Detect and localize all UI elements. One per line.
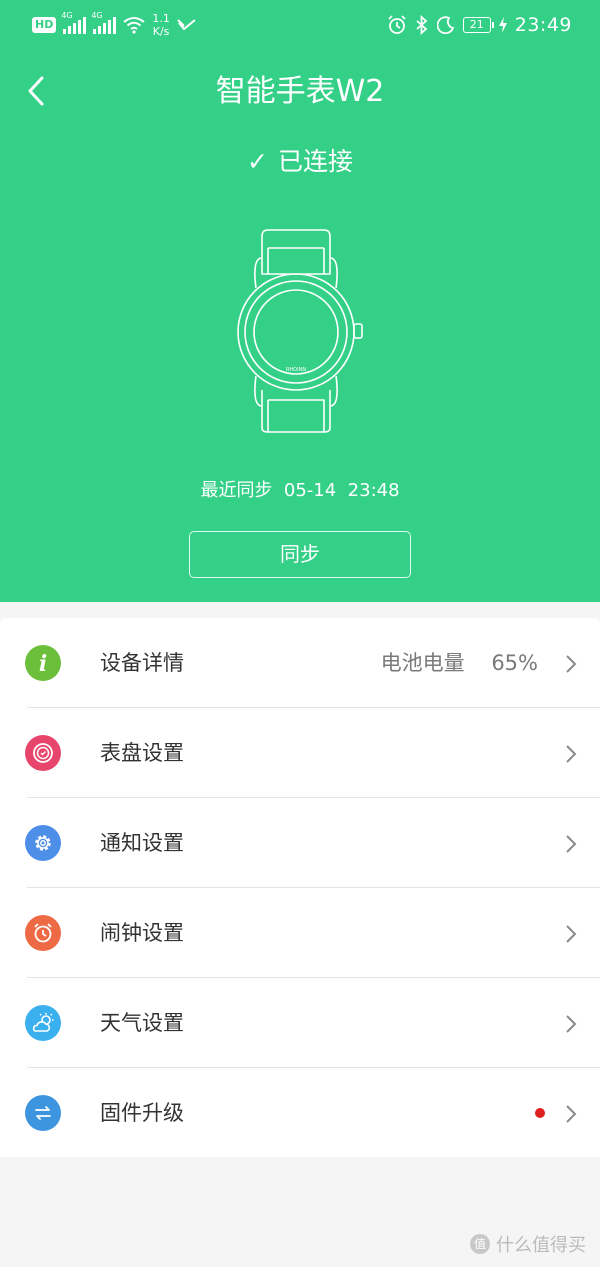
chevron-right-icon [566,1105,577,1123]
battery-level-label: 电池电量 [380,651,465,675]
signal-icon: 4G [61,11,87,34]
battery-level: 电池电量 65% [381,646,538,680]
watermark: 值 什么值得买 [470,1231,586,1257]
charging-icon [498,17,507,33]
list-item-watch-face[interactable]: 表盘设置 [0,708,600,798]
connection-status-text: 已连接 [277,147,353,176]
weather-icon [25,1005,61,1041]
watch-illustration: RHOINN [237,229,363,433]
chevron-right-icon [566,745,577,763]
list-item-device-details[interactable]: i 设备详情 电池电量 65% [0,618,600,708]
wifi-icon [123,17,145,34]
signal-icon-2: 4G [91,11,117,34]
chevron-right-icon [566,1015,577,1033]
last-sync-label: 最近同步 [200,480,273,501]
list-item-label: 天气设置 [100,1011,184,1035]
new-update-badge [535,1108,545,1118]
header: HD 4G 4G 1.1 K/s 21 23:49 智能手表W2 ✓ 已连接 R… [0,0,600,602]
hd-badge: HD [32,17,57,33]
list-item-weather[interactable]: 天气设置 [0,978,600,1068]
settings-list: i 设备详情 电池电量 65% 表盘设置 通知设置 闹钟设置 天气设置 固件升级 [0,618,600,1157]
chevron-right-icon [566,655,577,673]
info-icon: i [25,645,61,681]
sync-check-icon [177,19,196,31]
network-speed: 1.1 K/s [152,12,170,38]
chevron-right-icon [566,835,577,853]
list-item-alarm[interactable]: 闹钟设置 [0,888,600,978]
list-item-label: 固件升级 [100,1101,184,1125]
chevron-right-icon [566,925,577,943]
bluetooth-icon [416,15,428,35]
watch-brand-text: RHOINN [286,367,306,373]
alarm-icon [388,15,406,34]
watermark-text: 什么值得买 [496,1235,586,1256]
last-sync-date: 05-14 [283,480,337,501]
list-item-label: 设备详情 [100,651,184,675]
last-sync: 最近同步 05-14 23:48 [0,478,600,504]
list-item-label: 通知设置 [100,831,184,855]
connection-status: ✓ 已连接 [0,144,600,180]
last-sync-time: 23:48 [347,480,400,501]
status-bar: HD 4G 4G 1.1 K/s 21 23:49 [0,0,600,50]
battery-icon: 21 [462,17,494,33]
gear-icon [25,825,61,861]
svg-text:i: i [39,651,47,677]
sync-button[interactable]: 同步 [189,531,411,578]
check-icon: ✓ [247,147,268,176]
update-arrows-icon [25,1095,61,1131]
page-title: 智能手表W2 [215,74,385,109]
list-item-label: 闹钟设置 [100,921,184,945]
alarm-clock-icon [25,915,61,951]
moon-icon [436,16,454,34]
watermark-logo: 值 [470,1234,490,1254]
watch-face-icon [25,735,61,771]
status-time: 23:49 [514,14,572,36]
list-item-label: 表盘设置 [100,741,184,765]
list-item-firmware-upgrade[interactable]: 固件升级 [0,1068,600,1158]
battery-level-value: 65% [491,651,538,675]
list-item-notifications[interactable]: 通知设置 [0,798,600,888]
